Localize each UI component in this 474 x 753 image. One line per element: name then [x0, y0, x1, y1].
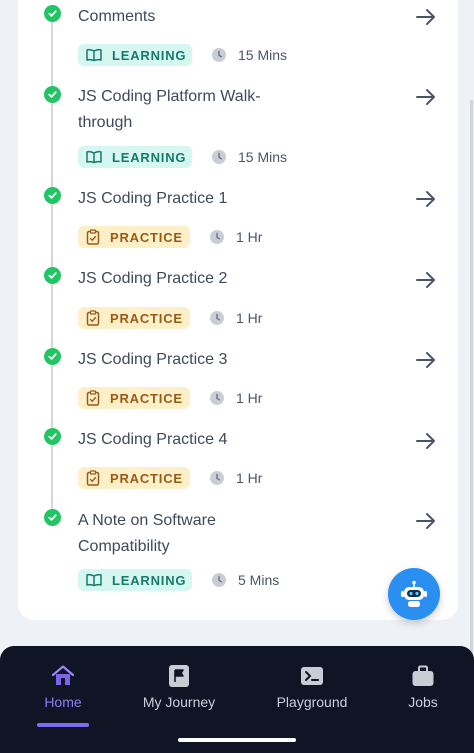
- item-duration: 5 Mins: [238, 572, 280, 588]
- item-title: JS Coding Practice 4: [78, 431, 228, 448]
- terminal-icon: [301, 667, 323, 685]
- practice-badge: PRACTICE: [78, 226, 190, 248]
- arrow-right-icon[interactable]: [415, 189, 437, 209]
- home-icon: [51, 665, 75, 685]
- item-duration: 15 Mins: [238, 47, 288, 63]
- item-title: JS Coding Practice 3: [78, 351, 228, 368]
- learning-badge: LEARNING: [78, 146, 192, 168]
- nav-label: Playground: [276, 694, 348, 710]
- clipboard-icon: [86, 390, 100, 406]
- learning-badge: LEARNING: [78, 44, 192, 66]
- item-title: Comments: [78, 8, 156, 25]
- scrollbar[interactable]: [470, 100, 473, 660]
- badge-label: LEARNING: [112, 149, 187, 165]
- badge-label: LEARNING: [112, 47, 187, 63]
- bottom-navigation: Home My Journey Playground Jobs: [0, 646, 474, 753]
- book-icon: [86, 150, 102, 164]
- check-circle-icon: [44, 428, 61, 445]
- practice-badge: PRACTICE: [78, 307, 190, 329]
- check-circle-icon: [44, 348, 61, 365]
- arrow-right-icon[interactable]: [415, 87, 437, 107]
- check-circle-icon: [44, 509, 61, 526]
- item-duration: 1 Hr: [236, 229, 263, 245]
- badge-label: PRACTICE: [110, 390, 183, 406]
- book-icon: [86, 48, 102, 62]
- flag-icon: [169, 665, 189, 687]
- check-circle-icon: [44, 86, 61, 103]
- item-duration: 1 Hr: [236, 390, 263, 406]
- check-circle-icon: [44, 187, 61, 204]
- robot-icon: [401, 580, 427, 607]
- practice-badge: PRACTICE: [78, 387, 190, 409]
- clipboard-icon: [86, 470, 100, 486]
- clock-icon: [210, 471, 224, 485]
- active-tab-indicator: [37, 723, 89, 727]
- item-title: JS Coding Practice 2: [78, 270, 228, 287]
- assistant-button[interactable]: [388, 568, 440, 620]
- item-duration: 15 Mins: [238, 149, 288, 165]
- item-duration: 1 Hr: [236, 470, 263, 486]
- clock-icon: [210, 311, 224, 325]
- nav-home[interactable]: Home: [18, 646, 108, 726]
- clipboard-icon: [86, 229, 100, 245]
- clipboard-icon: [86, 310, 100, 326]
- arrow-right-icon[interactable]: [415, 7, 437, 27]
- clock-icon: [210, 230, 224, 244]
- arrow-right-icon[interactable]: [415, 270, 437, 290]
- briefcase-icon: [412, 665, 434, 686]
- check-circle-icon: [44, 267, 61, 284]
- item-title: A Note on Software Compatibility: [78, 512, 216, 555]
- arrow-right-icon[interactable]: [415, 431, 437, 451]
- nav-label: Jobs: [408, 694, 438, 710]
- item-title: JS Coding Platform Walk-through: [78, 88, 261, 131]
- nav-playground[interactable]: Playground: [262, 646, 362, 726]
- badge-label: PRACTICE: [110, 470, 183, 486]
- nav-jobs[interactable]: Jobs: [388, 646, 458, 726]
- item-title: JS Coding Practice 1: [78, 190, 228, 207]
- clock-icon: [212, 150, 226, 164]
- check-circle-icon: [44, 5, 61, 22]
- nav-label: Home: [44, 694, 82, 710]
- nav-label: My Journey: [142, 694, 216, 710]
- badge-label: PRACTICE: [110, 229, 183, 245]
- learning-badge: LEARNING: [78, 569, 192, 591]
- arrow-right-icon[interactable]: [415, 511, 437, 531]
- clock-icon: [210, 391, 224, 405]
- badge-label: LEARNING: [112, 572, 187, 588]
- clock-icon: [212, 573, 226, 587]
- nav-my-journey[interactable]: My Journey: [128, 646, 230, 726]
- clock-icon: [212, 48, 226, 62]
- arrow-right-icon[interactable]: [415, 350, 437, 370]
- badge-label: PRACTICE: [110, 310, 183, 326]
- practice-badge: PRACTICE: [78, 467, 190, 489]
- item-duration: 1 Hr: [236, 310, 263, 326]
- book-icon: [86, 573, 102, 587]
- gesture-bar[interactable]: [178, 738, 296, 742]
